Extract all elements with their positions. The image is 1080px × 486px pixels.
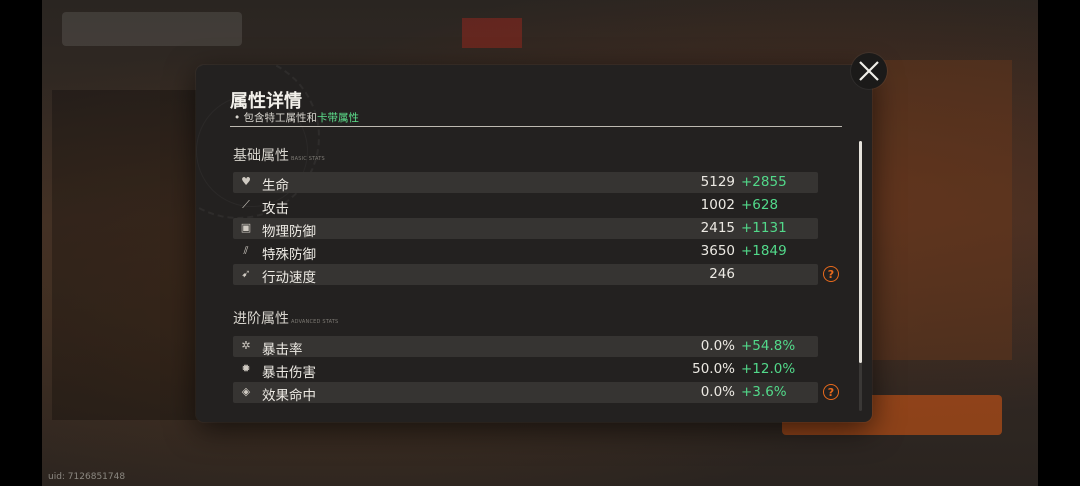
stat-name: 攻击 [262,201,289,217]
scrollbar-thumb[interactable] [859,141,862,363]
boot-icon: ➹ [241,267,251,280]
effect-hit-help-button[interactable]: ? [823,384,839,400]
section-title-basic-text: 基础属性 [233,148,289,164]
close-icon [859,61,879,81]
stat-base: 3650 [700,243,735,259]
stat-name: 特殊防御 [262,247,316,263]
crit-icon: ✲ [241,339,251,352]
shield-icon: ▣ [240,221,252,234]
stat-bonus: +1131 [741,220,787,236]
stat-base: 1002 [700,197,735,213]
panel-subtitle: • 包含特工属性和卡带属性 [234,110,359,125]
stat-base: 5129 [700,174,735,190]
stat-base: 50.0% [692,361,735,377]
sword-icon: ⟋ [242,198,250,211]
section-tag-basic: BASIC STATS [291,156,325,162]
close-button[interactable] [851,53,887,89]
crit-damage-icon: ✹ [241,362,251,375]
stat-name: 生命 [262,178,289,194]
stat-name: 暴击率 [262,342,303,358]
speed-help-button[interactable]: ? [823,266,839,282]
stat-row-physical-defense: ▣ 物理防御 2415 +1131 [233,218,818,240]
uid-label: uid: 7126851748 [48,472,126,482]
effect-hit-icon: ◈ [241,385,251,398]
section-title-advanced-text: 进阶属性 [233,311,289,327]
stat-name: 效果命中 [262,388,316,404]
section-title-advanced: 进阶属性 ADVANCED STATS [233,308,338,328]
stat-name: 行动速度 [262,270,316,286]
stat-bonus: +2855 [741,174,787,190]
stat-row-crit-rate: ✲ 暴击率 0.0% +54.8% [233,336,818,358]
attribute-details-panel: 属性详情 • 包含特工属性和卡带属性 基础属性 BASIC STATS ♥ 生命 … [196,65,872,422]
stat-row-hp: ♥ 生命 5129 +2855 [233,172,818,194]
stat-row-attack: ⟋ 攻击 1002 +628 [233,195,818,217]
stat-base: 246 [709,266,735,282]
stat-base: 0.0% [700,338,735,354]
subtitle-accent: 卡带属性 [317,112,360,124]
stat-base: 2415 [700,220,735,236]
stat-bonus: +12.0% [741,361,796,377]
stat-bonus: +54.8% [741,338,796,354]
stat-base: 0.0% [700,384,735,400]
stat-bonus: +3.6% [741,384,787,400]
special-shield-icon: ⫽ [243,244,249,257]
stat-name: 暴击伤害 [262,365,316,381]
scrollbar[interactable] [859,141,862,411]
stat-bonus: +1849 [741,243,787,259]
stat-name: 物理防御 [262,224,316,240]
section-tag-advanced: ADVANCED STATS [291,319,339,325]
title-divider [230,126,842,127]
stat-row-crit-damage: ✹ 暴击伤害 50.0% +12.0% [233,359,818,381]
section-title-basic: 基础属性 BASIC STATS [233,145,325,165]
stat-bonus: +628 [741,197,779,213]
stat-row-effect-hit: ◈ 效果命中 0.0% +3.6% [233,382,818,404]
stat-row-speed: ➹ 行动速度 246 [233,264,818,286]
subtitle-prefix: • 包含特工属性和 [234,112,318,124]
stat-row-special-defense: ⫽ 特殊防御 3650 +1849 [233,241,818,263]
heart-icon: ♥ [241,175,251,188]
